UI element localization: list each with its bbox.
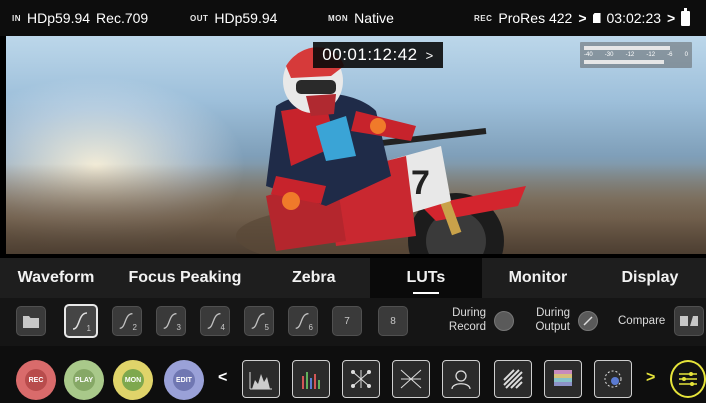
face-detection-tool[interactable]	[442, 360, 480, 398]
during-output-toggle[interactable]	[578, 311, 598, 331]
color-bars-icon	[554, 370, 572, 386]
folder-icon	[23, 315, 39, 328]
record-arrow: >	[578, 10, 587, 26]
lut-tool[interactable]	[544, 360, 582, 398]
audio-meter-channel-2	[584, 60, 664, 64]
record-codec: ProRes 422	[498, 10, 573, 26]
rec-mode-button[interactable]: REC	[16, 360, 56, 400]
lut-slot-3[interactable]: 3	[156, 306, 186, 336]
audio-meter-channel-1	[584, 46, 670, 50]
during-output-label: During Output	[535, 307, 570, 333]
settings-button[interactable]	[670, 360, 706, 398]
audio-meters-tool[interactable]	[292, 360, 330, 398]
input-status[interactable]: IN HDp59.94 Rec.709	[12, 0, 148, 36]
lut-slot-6[interactable]: 6	[288, 306, 318, 336]
lut-slot-5[interactable]: 5	[244, 306, 274, 336]
toolbar-next-arrow[interactable]: >	[646, 369, 655, 387]
svg-text:7: 7	[411, 164, 430, 202]
bottom-toolbar: REC PLAY MON EDIT < >	[0, 346, 706, 403]
split-compare-icon	[680, 316, 698, 326]
tab-focus-peaking[interactable]: Focus Peaking	[112, 258, 258, 298]
compare-label: Compare	[618, 315, 666, 327]
monitor-mode: Native	[354, 10, 394, 26]
video-preview[interactable]: 7 00:01:12:42 > -40 -30 -12 -12 -6 0	[6, 36, 706, 254]
output-status[interactable]: OUT HDp59.94	[190, 0, 277, 36]
person-icon	[451, 370, 471, 390]
tab-display[interactable]: Display	[594, 258, 706, 298]
slash-icon	[583, 316, 593, 326]
edit-mode-button[interactable]: EDIT	[164, 360, 204, 400]
record-tag: REC	[474, 13, 493, 23]
mon-mode-button[interactable]: MON	[113, 360, 153, 400]
false-color-tool[interactable]	[392, 360, 430, 398]
zebra-tool[interactable]	[494, 360, 532, 398]
audio-meters[interactable]: -40 -30 -12 -12 -6 0	[580, 42, 692, 68]
during-record-toggle[interactable]	[494, 311, 514, 331]
battery-arrow: >	[667, 10, 676, 26]
timecode-display[interactable]: 00:01:12:42 >	[313, 42, 443, 68]
output-format: HDp59.94	[214, 10, 278, 26]
compare-button[interactable]	[674, 306, 704, 336]
input-format: HDp59.94	[27, 10, 91, 26]
battery-icon	[681, 7, 691, 26]
histogram-tool[interactable]	[242, 360, 280, 398]
play-mode-button[interactable]: PLAY	[64, 360, 104, 400]
lut-slot-4[interactable]: 4	[200, 306, 230, 336]
timecode-value: 00:01:12:42	[322, 45, 418, 64]
crosshair-icon	[400, 369, 422, 389]
status-bar: IN HDp59.94 Rec.709 OUT HDp59.94 MON Nat…	[0, 0, 706, 36]
tab-monitor[interactable]: Monitor	[482, 258, 594, 298]
lut-options-row: 1 2 3 4 5 6 7 8 During Record During Out…	[0, 298, 706, 346]
audio-meter-scale: -40 -30 -12 -12 -6 0	[584, 52, 688, 58]
sliders-icon	[679, 372, 697, 386]
monitor-status[interactable]: MON Native	[328, 0, 394, 36]
network-icon	[351, 370, 371, 388]
tool-tabs: Waveform Focus Peaking Zebra LUTs Monito…	[0, 258, 706, 298]
timecode-arrow: >	[425, 47, 434, 63]
motocross-rider-image: 7	[236, 47, 526, 254]
lut-slot-7[interactable]: 7	[332, 306, 362, 336]
lut-slot-8[interactable]: 8	[378, 306, 408, 336]
lut-folder-button[interactable]	[16, 306, 46, 336]
audio-meters-icon	[302, 372, 320, 389]
input-tag: IN	[12, 13, 21, 23]
lut-slot-2[interactable]: 2	[112, 306, 142, 336]
dots-icon	[604, 370, 622, 388]
tab-waveform[interactable]: Waveform	[0, 258, 112, 298]
output-tag: OUT	[190, 13, 209, 23]
monitor-tag: MON	[328, 13, 349, 23]
stripes-icon	[503, 369, 523, 389]
focus-tool[interactable]	[594, 360, 632, 398]
record-remaining-time: 03:02:23	[606, 10, 662, 26]
toolbar-prev-arrow[interactable]: <	[218, 369, 227, 387]
during-record-label: During Record	[448, 307, 486, 333]
record-status[interactable]: REC ProRes 422 > 03:02:23 >	[474, 0, 691, 36]
histogram-icon	[249, 372, 272, 390]
tab-luts[interactable]: LUTs	[369, 258, 482, 298]
lut-slot-1[interactable]: 1	[64, 304, 98, 338]
vectorscope-tool[interactable]	[342, 360, 380, 398]
input-gamut: Rec.709	[96, 10, 149, 26]
media-card-icon	[592, 13, 601, 23]
tab-zebra[interactable]: Zebra	[258, 258, 370, 298]
